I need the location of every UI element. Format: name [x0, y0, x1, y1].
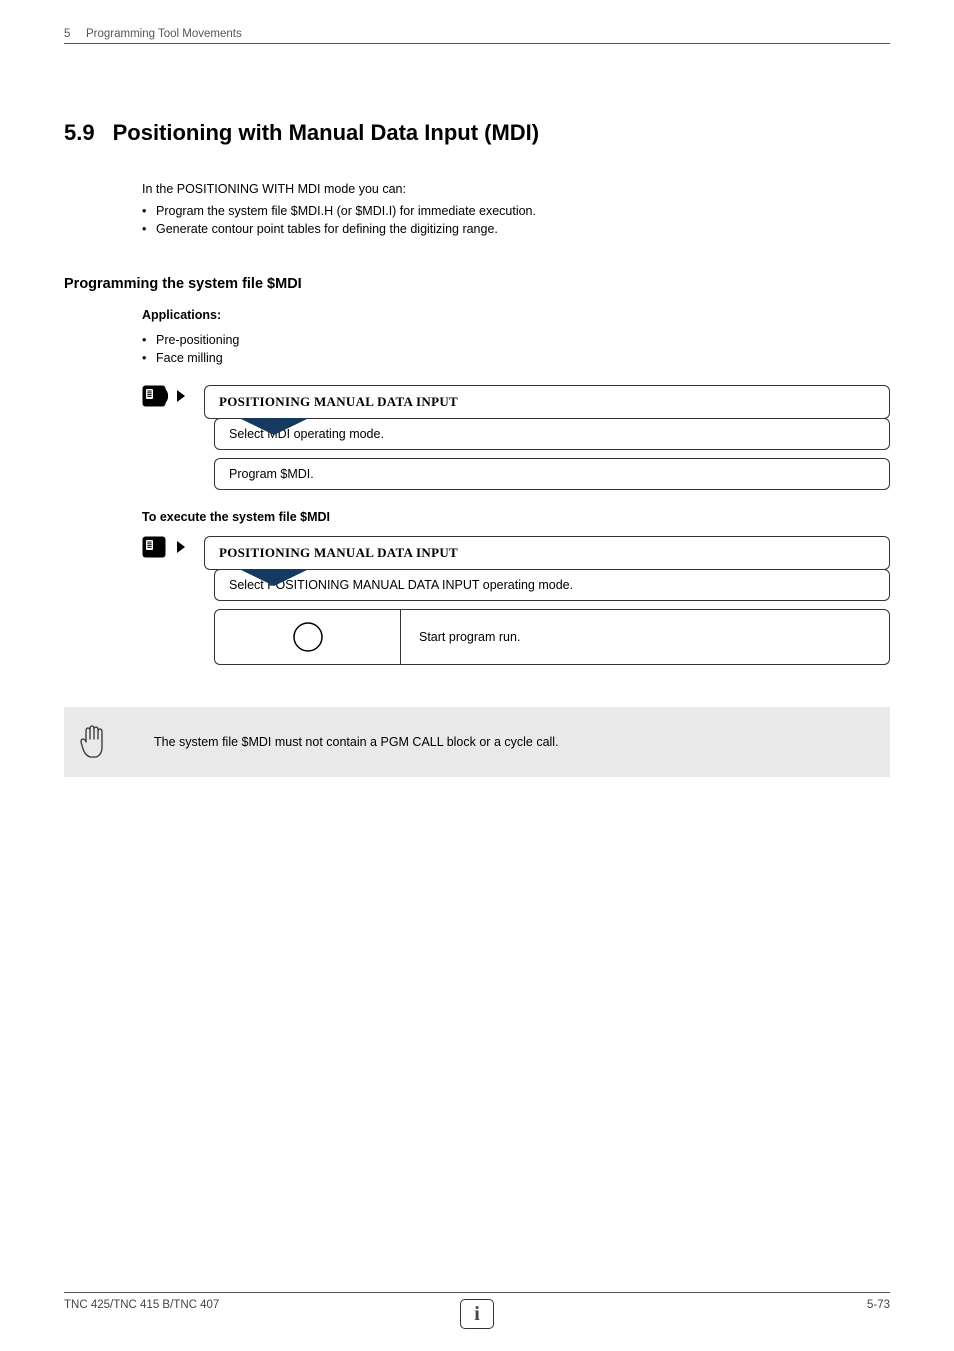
application-item: Pre-positioning — [142, 331, 890, 349]
step-sub-box: Select MDI operating mode. — [214, 418, 890, 450]
page-footer: TNC 425/TNC 415 B/TNC 407 i 5-73 — [64, 1292, 890, 1311]
intro-lead: In the POSITIONING WITH MDI mode you can… — [142, 180, 890, 198]
chapter-title: Programming Tool Movements — [86, 28, 242, 40]
running-header: 5 Programming Tool Movements — [64, 28, 890, 44]
flow-wedge-icon — [239, 418, 309, 436]
start-button-icon-cell — [215, 610, 401, 664]
footer-left: TNC 425/TNC 415 B/TNC 407 — [64, 1299, 219, 1311]
start-button-text: Start program run. — [401, 620, 889, 654]
note-box: The system file $MDI must not contain a … — [64, 707, 890, 777]
mdi-mode-icon — [142, 385, 168, 407]
applications-heading: Applications: — [142, 306, 890, 324]
step-button-row: Start program run. — [214, 609, 890, 665]
start-button-icon — [291, 620, 325, 654]
section-heading: 5.9 Positioning with Manual Data Input (… — [64, 120, 890, 146]
step-title-box: POSITIONING MANUAL DATA INPUT — [204, 385, 890, 419]
section-title: Positioning with Manual Data Input (MDI) — [113, 120, 540, 146]
step-sub-box: Select POSITIONING MANUAL DATA INPUT ope… — [214, 569, 890, 601]
attention-hand-icon — [79, 725, 109, 759]
note-text: The system file $MDI must not contain a … — [154, 735, 559, 749]
step-sub-text: Select MDI operating mode. — [215, 419, 889, 449]
info-badge-icon: i — [460, 1299, 494, 1329]
step-title-box: POSITIONING MANUAL DATA INPUT — [204, 536, 890, 570]
execute-heading: To execute the system file $MDI — [142, 510, 890, 524]
play-arrow-icon — [176, 540, 186, 554]
mdi-mode-icon — [142, 536, 168, 558]
step-sub-box: Program $MDI. — [214, 458, 890, 490]
applications-block: Applications: Pre-positioning Face milli… — [142, 306, 890, 366]
mode-icon-cell — [142, 385, 204, 407]
section-number: 5.9 — [64, 120, 95, 146]
step-sub-text: Select POSITIONING MANUAL DATA INPUT ope… — [215, 570, 889, 600]
application-item: Face milling — [142, 349, 890, 367]
intro-bullet: Program the system file $MDI.H (or $MDI.… — [142, 202, 890, 220]
chapter-number: 5 — [64, 28, 86, 40]
intro-bullet: Generate contour point tables for defini… — [142, 220, 890, 238]
mode-icon-cell — [142, 536, 204, 558]
flow-wedge-icon — [239, 569, 309, 587]
footer-right: 5-73 — [867, 1299, 890, 1311]
intro-block: In the POSITIONING WITH MDI mode you can… — [142, 180, 890, 238]
play-arrow-icon — [176, 389, 186, 403]
subsection-title: Programming the system file $MDI — [64, 276, 890, 292]
step-sub-text: Program $MDI. — [215, 459, 889, 489]
